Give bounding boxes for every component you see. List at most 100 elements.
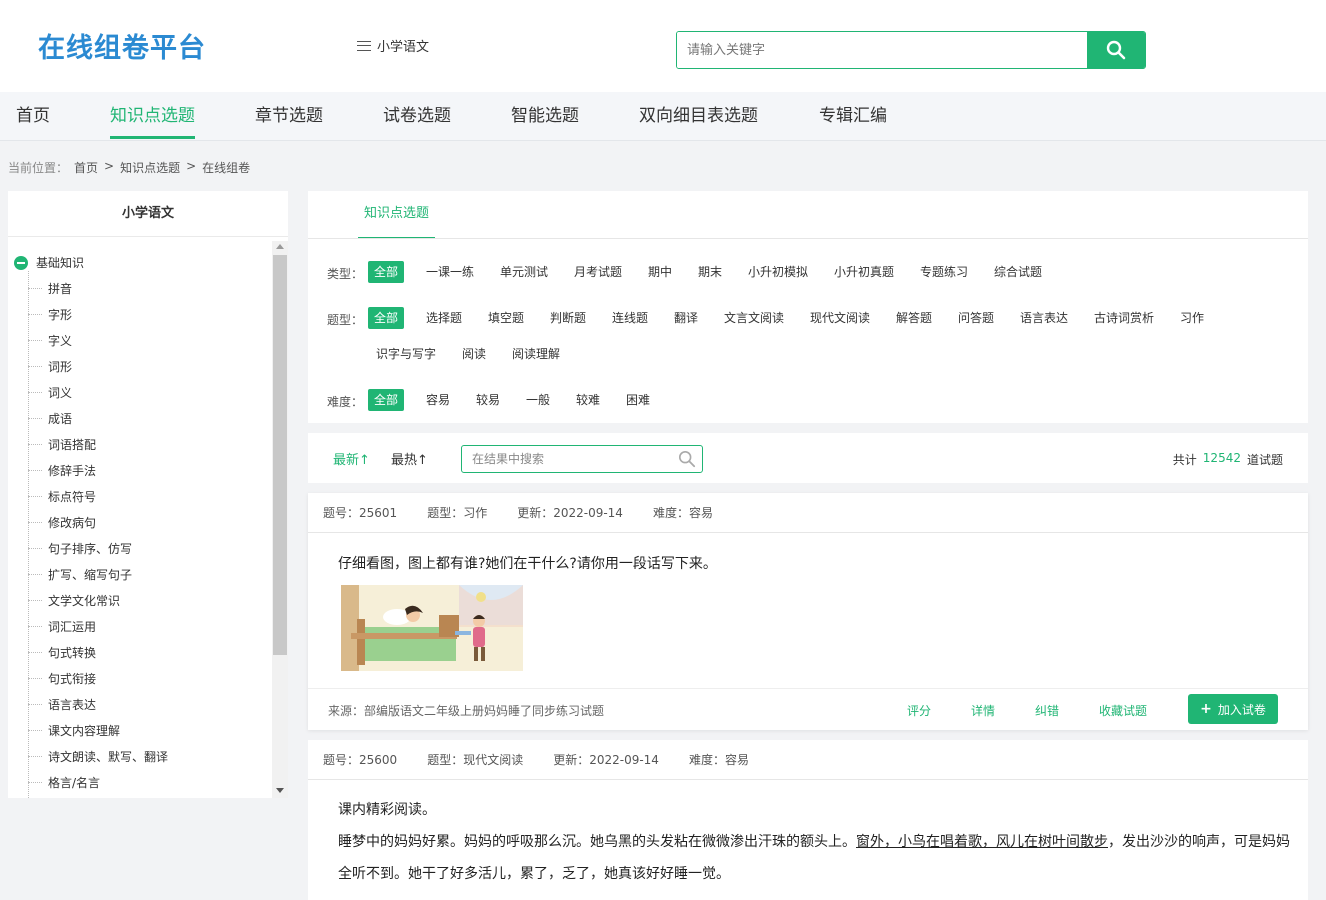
type-option[interactable]: 小升初模拟 bbox=[748, 261, 808, 283]
tree-item[interactable]: 修改病句 bbox=[28, 509, 96, 535]
qtype-option[interactable]: 语言表达 bbox=[1020, 307, 1068, 329]
type-option[interactable]: 期中 bbox=[648, 261, 672, 283]
total-suffix: 道试题 bbox=[1246, 453, 1283, 467]
tab-knowledge-point[interactable]: 知识点选题 bbox=[358, 191, 436, 239]
menu-icon bbox=[357, 40, 371, 51]
type-option[interactable]: 一课一练 bbox=[426, 261, 474, 283]
nav-paper[interactable]: 试卷选题 bbox=[383, 92, 451, 141]
qtype-option[interactable]: 古诗词赏析 bbox=[1094, 307, 1154, 329]
tree-item[interactable]: 词形 bbox=[28, 353, 72, 379]
site-logo[interactable]: 在线组卷平台 bbox=[38, 26, 206, 65]
add-to-paper-button[interactable]: + 加入试卷 bbox=[1188, 694, 1278, 724]
question-card: 题号：25601 题型：习作 更新：2022-09-14 难度：容易 仔细看图，… bbox=[308, 493, 1308, 730]
type-filter-label: 类型： bbox=[327, 267, 364, 281]
tree-item[interactable]: 句式衔接 bbox=[28, 665, 96, 691]
question-meta: 题号：25601 题型：习作 更新：2022-09-14 难度：容易 bbox=[308, 493, 1308, 533]
nav-chapter[interactable]: 章节选题 bbox=[255, 92, 323, 141]
underlined-sentence: 窗外，小鸟在唱着歌，风儿在树叶间散步 bbox=[856, 834, 1108, 850]
tree-item[interactable]: 词语搭配 bbox=[28, 431, 96, 457]
tree-item[interactable]: 字义 bbox=[28, 327, 72, 353]
type-option-all[interactable]: 全部 bbox=[368, 261, 405, 283]
qtype-option[interactable]: 问答题 bbox=[958, 307, 994, 329]
breadcrumb-separator: > bbox=[104, 159, 115, 173]
qtype-option[interactable]: 翻译 bbox=[674, 307, 698, 329]
nav-two-way-table[interactable]: 双向细目表选题 bbox=[639, 92, 758, 141]
type-option[interactable]: 专题练习 bbox=[920, 261, 968, 283]
add-to-paper-label: 加入试卷 bbox=[1217, 702, 1266, 717]
qtype-option[interactable]: 现代文阅读 bbox=[810, 307, 870, 329]
tree-item[interactable]: 成语 bbox=[28, 405, 72, 431]
qtype-option[interactable]: 识字与写字 bbox=[376, 343, 436, 365]
search-button[interactable] bbox=[1087, 32, 1145, 68]
breadcrumb-home[interactable]: 首页 bbox=[74, 159, 98, 176]
favorite-link[interactable]: 收藏试题 bbox=[1099, 702, 1147, 719]
tree-item[interactable]: 格言/名言 bbox=[28, 769, 100, 795]
tree-scrollbar[interactable] bbox=[272, 241, 288, 798]
report-error-link[interactable]: 纠错 bbox=[1035, 702, 1059, 719]
tree-item[interactable]: 句式转换 bbox=[28, 639, 96, 665]
sort-hottest[interactable]: 最热↑ bbox=[391, 449, 428, 468]
tree-item[interactable]: 课文内容理解 bbox=[28, 717, 120, 743]
collapse-icon[interactable] bbox=[14, 255, 28, 270]
type-option[interactable]: 单元测试 bbox=[500, 261, 548, 283]
result-search-input[interactable] bbox=[462, 452, 678, 466]
top-header: 在线组卷平台 小学语文 bbox=[0, 0, 1326, 92]
qtype-option[interactable]: 解答题 bbox=[896, 307, 932, 329]
question-text: 仔细看图，图上都有谁?她们在干什么?请你用一段话写下来。 bbox=[338, 556, 717, 572]
nav-home[interactable]: 首页 bbox=[16, 92, 50, 141]
difficulty-option[interactable]: 一般 bbox=[526, 389, 550, 411]
difficulty-option-all[interactable]: 全部 bbox=[368, 389, 405, 411]
qtype-option[interactable]: 填空题 bbox=[488, 307, 524, 329]
qtype-option[interactable]: 判断题 bbox=[550, 307, 586, 329]
type-option[interactable]: 期末 bbox=[698, 261, 722, 283]
type-option[interactable]: 综合试题 bbox=[994, 261, 1042, 283]
question-difficulty: 难度：容易 bbox=[688, 753, 749, 767]
scroll-down-arrow-icon[interactable] bbox=[276, 788, 284, 793]
tree-item[interactable]: 文学文化常识 bbox=[28, 587, 120, 613]
tree-item[interactable]: 修辞手法 bbox=[28, 457, 96, 483]
qtype-option[interactable]: 连线题 bbox=[612, 307, 648, 329]
details-link[interactable]: 详情 bbox=[971, 702, 995, 719]
difficulty-option[interactable]: 较难 bbox=[576, 389, 600, 411]
tree-item[interactable]: 词汇运用 bbox=[28, 613, 96, 639]
qtype-option[interactable]: 阅读 bbox=[462, 343, 486, 365]
tree-item[interactable]: 句子排序、仿写 bbox=[28, 535, 132, 561]
type-option[interactable]: 月考试题 bbox=[574, 261, 622, 283]
tree-item[interactable]: 语言表达 bbox=[28, 691, 96, 717]
scroll-up-arrow-icon[interactable] bbox=[276, 244, 284, 249]
qtype-option[interactable]: 习作 bbox=[1180, 307, 1204, 329]
tree-item[interactable]: 词义 bbox=[28, 379, 72, 405]
question-type: 题型：习作 bbox=[427, 506, 488, 520]
search-bar bbox=[676, 31, 1146, 69]
nav-smart[interactable]: 智能选题 bbox=[511, 92, 579, 141]
qtype-option-all[interactable]: 全部 bbox=[368, 307, 405, 329]
breadcrumb-knowledge[interactable]: 知识点选题 bbox=[120, 159, 180, 176]
tree-item[interactable]: 诗文朗读、默写、翻译 bbox=[28, 743, 168, 769]
tree-item[interactable]: 扩写、缩写句子 bbox=[28, 561, 132, 587]
subject-switcher[interactable]: 小学语文 bbox=[357, 36, 429, 55]
total-number: 12542 bbox=[1202, 451, 1241, 465]
difficulty-option[interactable]: 困难 bbox=[626, 389, 650, 411]
breadcrumb: 当前位置： 首页 > 知识点选题 > 在线组卷 bbox=[8, 159, 250, 176]
nav-knowledge-point[interactable]: 知识点选题 bbox=[110, 92, 195, 141]
tree-item[interactable]: 字形 bbox=[28, 301, 72, 327]
tree-item[interactable]: 标点符号 bbox=[28, 483, 96, 509]
question-footer: 来源：部编版语文二年级上册妈妈睡了同步练习试题 评分 详情 纠错 收藏试题 + … bbox=[308, 688, 1308, 730]
search-input[interactable] bbox=[677, 32, 1087, 68]
search-icon[interactable] bbox=[678, 450, 696, 468]
type-option[interactable]: 小升初真题 bbox=[834, 261, 894, 283]
difficulty-option[interactable]: 较易 bbox=[476, 389, 500, 411]
difficulty-option[interactable]: 容易 bbox=[426, 389, 450, 411]
tree-item[interactable]: 拼音 bbox=[28, 275, 72, 301]
total-prefix: 共计 bbox=[1172, 453, 1197, 467]
qtype-option[interactable]: 文言文阅读 bbox=[724, 307, 784, 329]
sort-newest[interactable]: 最新↑ bbox=[333, 449, 370, 468]
qtype-filter-label: 题型： bbox=[327, 313, 364, 327]
qtype-option[interactable]: 选择题 bbox=[426, 307, 462, 329]
nav-album[interactable]: 专辑汇编 bbox=[819, 92, 887, 141]
difficulty-filter-label: 难度： bbox=[327, 395, 364, 409]
rate-link[interactable]: 评分 bbox=[907, 702, 931, 719]
qtype-option[interactable]: 阅读理解 bbox=[512, 343, 560, 365]
tree-root-basic-knowledge[interactable]: 基础知识 bbox=[14, 254, 84, 271]
scroll-thumb[interactable] bbox=[273, 255, 287, 655]
